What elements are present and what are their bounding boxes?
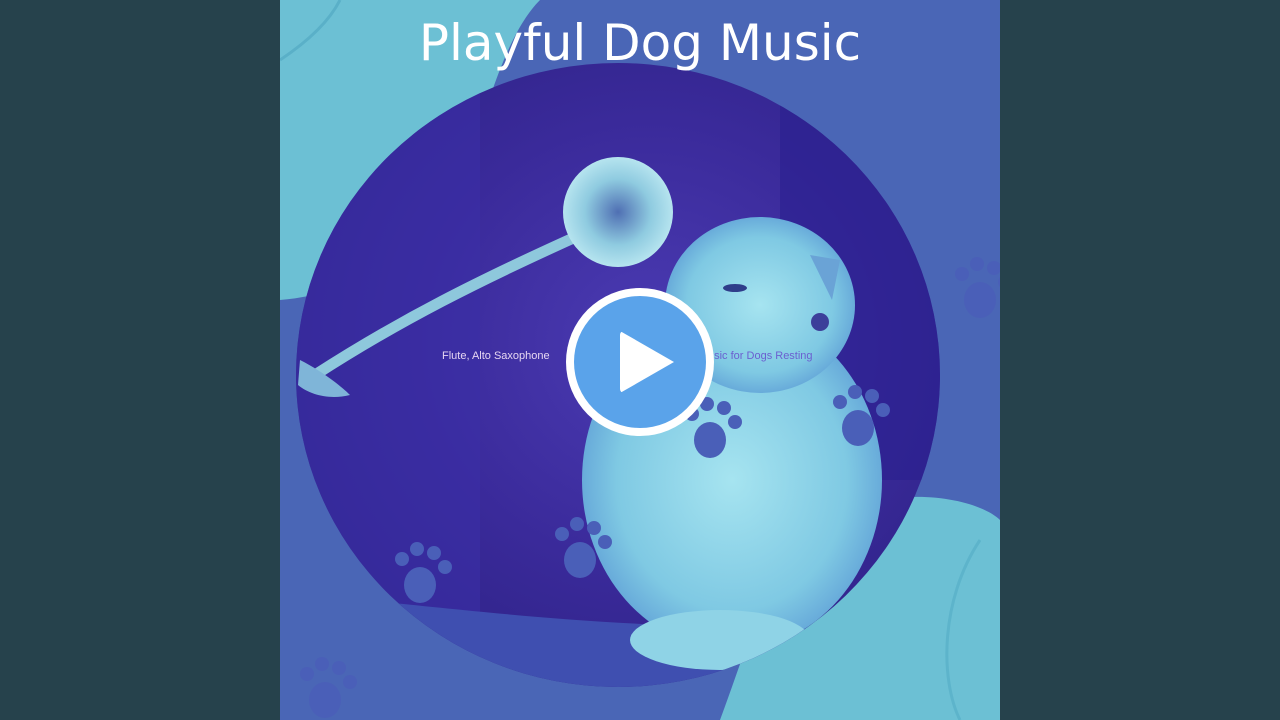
letterbox-left <box>0 0 280 720</box>
subtitle-left-text: Flute, Alto Saxophone <box>442 350 550 362</box>
play-button-circle <box>574 296 706 428</box>
video-player[interactable]: Playful Dog Music Flute, Alto Saxophone … <box>0 0 1280 720</box>
letterbox-right <box>1000 0 1280 720</box>
play-button[interactable] <box>566 288 714 436</box>
subtitle-right-text: usic for Dogs Resting <box>708 350 813 362</box>
video-title: Playful Dog Music <box>418 14 862 72</box>
play-triangle-icon <box>620 331 674 393</box>
